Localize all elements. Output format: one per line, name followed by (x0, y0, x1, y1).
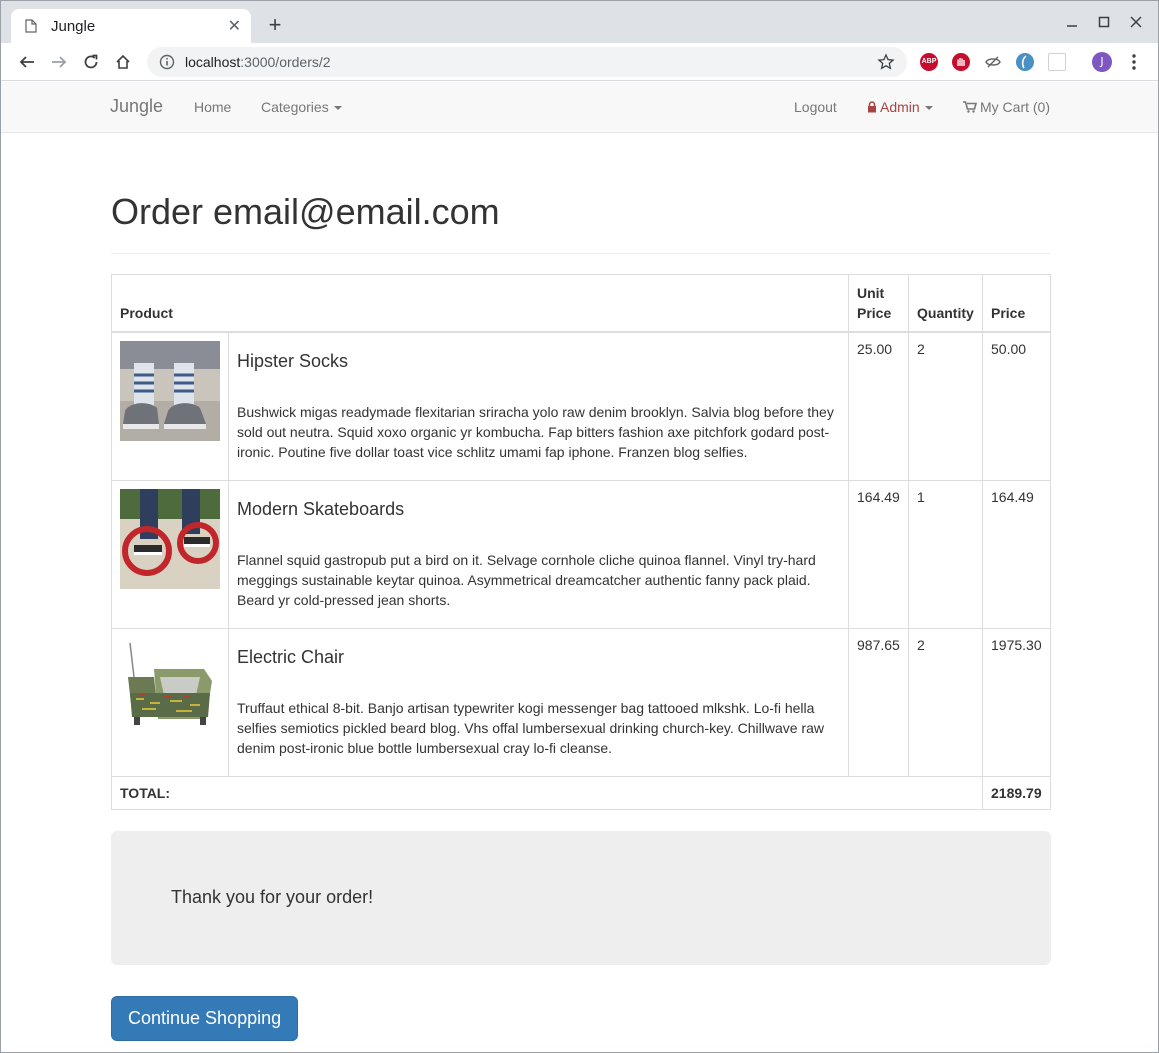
url-host: localhost (185, 54, 241, 70)
reload-icon[interactable] (79, 50, 103, 74)
header-quantity: Quantity (908, 274, 983, 333)
close-window-icon[interactable] (1120, 9, 1152, 35)
product-info-cell: Electric Chair Truffaut ethical 8-bit. B… (228, 628, 849, 777)
price-cell: 50.00 (982, 331, 1051, 481)
browser-toolbar: localhost:3000/orders/2 ABP J (1, 43, 1158, 81)
product-name: Modern Skateboards (237, 499, 405, 519)
product-description: Bushwick migas readymade flexitarian sri… (237, 404, 834, 460)
price-cell: 164.49 (982, 480, 1051, 629)
forward-icon[interactable] (47, 50, 71, 74)
product-image-cell (111, 480, 229, 629)
back-icon[interactable] (15, 50, 39, 74)
grid-extension-icon[interactable] (1048, 53, 1066, 71)
product-image-cell (111, 628, 229, 777)
main-content: Order email@email.com Product Unit Price … (111, 133, 1051, 1041)
quantity-cell: 1 (908, 480, 983, 629)
cart-icon (963, 101, 978, 113)
tab-close-icon[interactable]: ✕ (228, 16, 241, 36)
adblock-plus-label: ABP (921, 58, 937, 65)
table-header-row: Product Unit Price Quantity Price (111, 274, 1051, 333)
lock-icon (868, 101, 876, 113)
adblock-plus-icon[interactable]: ABP (920, 53, 938, 71)
menu-kebab-icon[interactable] (1129, 52, 1139, 72)
product-description: Flannel squid gastropub put a bird on it… (237, 552, 816, 608)
nav-cart[interactable]: My Cart (0) (963, 99, 1050, 115)
nav-admin-dropdown[interactable]: Admin (867, 99, 933, 115)
unit-price-cell: 987.65 (848, 628, 909, 777)
caret-down-icon (333, 106, 342, 111)
tab-jungle[interactable]: Jungle ✕ (11, 9, 251, 43)
globe-extension-icon[interactable] (1016, 53, 1034, 71)
total-row: TOTAL: 2189.79 (111, 776, 1051, 810)
product-name: Hipster Socks (237, 351, 349, 371)
product-name: Electric Chair (237, 647, 345, 667)
total-label: TOTAL: (111, 776, 983, 810)
header-unit-price-line1: Unit (857, 285, 885, 301)
nav-home[interactable]: Home (194, 99, 231, 115)
eye-extension-icon[interactable] (984, 53, 1002, 71)
table-row: Hipster Socks Bushwick migas readymade f… (111, 331, 1051, 481)
nav-categories-label: Categories (261, 99, 329, 115)
browser-window: Jungle ✕ + localhost:3000/orders/2 ABP J… (0, 0, 1159, 1053)
bookmark-star-icon[interactable] (877, 53, 895, 71)
quantity-cell: 2 (908, 331, 983, 481)
profile-avatar[interactable]: J (1092, 52, 1112, 72)
header-price: Price (982, 274, 1051, 333)
header-unit-price: Unit Price (848, 274, 909, 333)
continue-shopping-button[interactable]: Continue Shopping (111, 996, 299, 1041)
product-image-cell (111, 331, 229, 481)
url-path: :3000/orders/2 (240, 54, 331, 70)
brand-link[interactable]: Jungle (110, 96, 163, 117)
maximize-icon[interactable] (1088, 9, 1120, 35)
nav-logout[interactable]: Logout (794, 99, 837, 115)
header-unit-price-line2: Price (857, 305, 892, 321)
product-image-electric-chair (120, 637, 220, 737)
unit-price-cell: 25.00 (848, 331, 909, 481)
window-controls (1056, 9, 1152, 35)
nav-admin-label: Admin (880, 99, 920, 115)
thank-you-message: Thank you for your order! (171, 887, 374, 907)
info-icon[interactable] (159, 54, 175, 70)
caret-down-icon (924, 106, 933, 111)
price-cell: 1975.30 (982, 628, 1051, 777)
quantity-cell: 2 (908, 628, 983, 777)
nav-categories-dropdown[interactable]: Categories (261, 99, 342, 115)
order-table: Product Unit Price Quantity Price Hipste… (111, 274, 1051, 810)
home-icon[interactable] (111, 50, 135, 74)
page-title: Order email@email.com (111, 191, 1051, 254)
url-text[interactable]: localhost:3000/orders/2 (185, 54, 877, 70)
page-icon (25, 19, 37, 33)
tab-strip: Jungle ✕ + (1, 1, 1158, 43)
new-tab-button[interactable]: + (263, 13, 287, 37)
thank-you-panel: Thank you for your order! (111, 831, 1051, 965)
header-product: Product (111, 274, 849, 333)
product-image-socks (120, 341, 220, 441)
table-row: Modern Skateboards Flannel squid gastrop… (111, 480, 1051, 629)
ublock-icon[interactable] (952, 53, 970, 71)
product-image-skateboards (120, 489, 220, 589)
nav-cart-label: My Cart (0) (980, 99, 1050, 115)
unit-price-cell: 164.49 (848, 480, 909, 629)
total-value: 2189.79 (982, 776, 1051, 810)
minimize-icon[interactable] (1056, 9, 1088, 35)
address-bar[interactable]: localhost:3000/orders/2 (147, 47, 907, 77)
table-row: Electric Chair Truffaut ethical 8-bit. B… (111, 628, 1051, 777)
tab-title: Jungle (51, 17, 96, 35)
product-info-cell: Hipster Socks Bushwick migas readymade f… (228, 331, 849, 481)
site-navbar: Jungle Home Categories Logout Admin My C… (1, 82, 1158, 133)
product-info-cell: Modern Skateboards Flannel squid gastrop… (228, 480, 849, 629)
product-description: Truffaut ethical 8-bit. Banjo artisan ty… (237, 700, 824, 756)
